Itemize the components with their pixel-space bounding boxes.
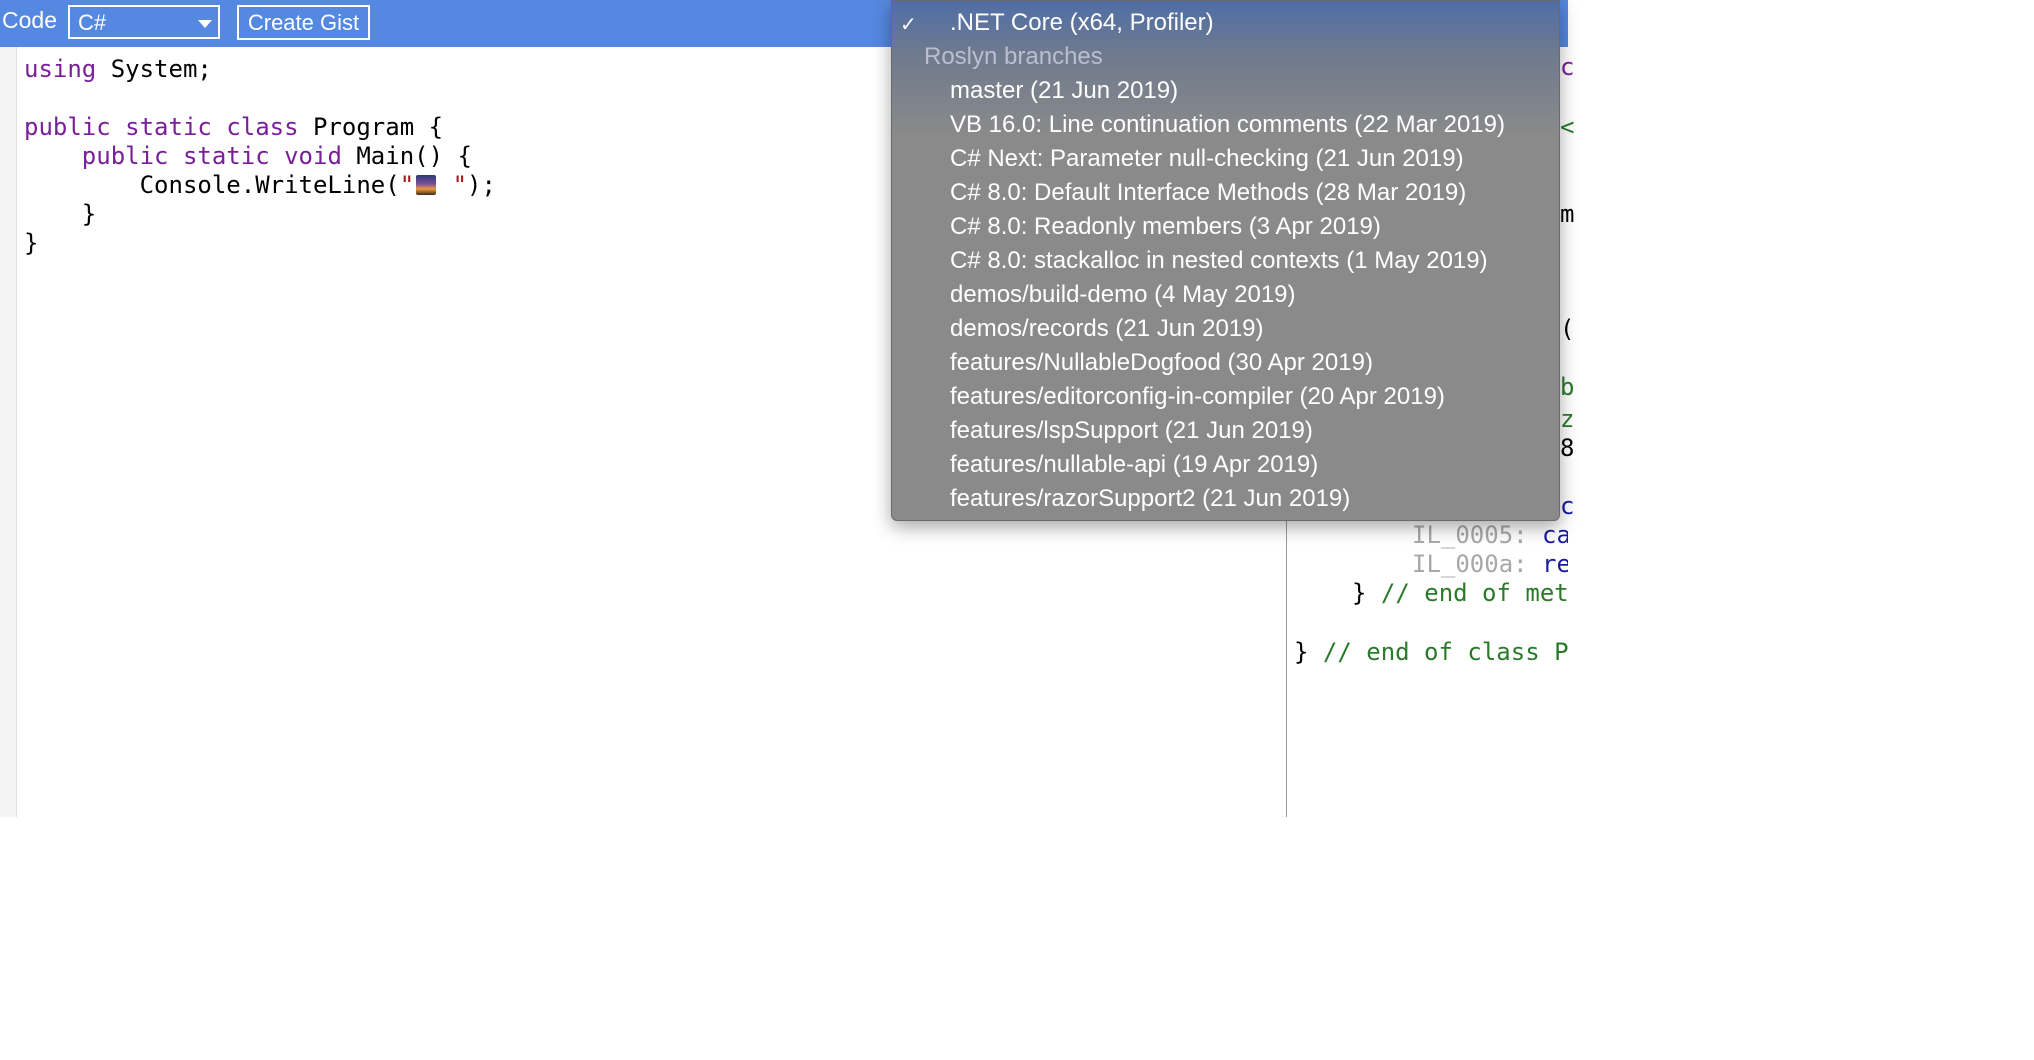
- dropdown-item[interactable]: C# Next: Parameter null-checking (21 Jun…: [950, 145, 1464, 173]
- dropdown-item[interactable]: demos/records (21 Jun 2019): [950, 315, 1264, 343]
- dropdown-item[interactable]: features/NullableDogfood (30 Apr 2019): [950, 349, 1373, 377]
- checkmark-icon: ✓: [900, 12, 917, 36]
- code-line-1: using System;: [24, 55, 212, 83]
- dropdown-item[interactable]: features/lspSupport (21 Jun 2019): [950, 417, 1313, 445]
- dropdown-item[interactable]: features/razorSupport2 (21 Jun 2019): [950, 485, 1350, 513]
- code-line-7: }: [24, 229, 39, 257]
- dropdown-item[interactable]: features/nullable-api (19 Apr 2019): [950, 451, 1318, 479]
- end-of-class-line: } // end of class P: [1294, 638, 1568, 666]
- language-select-value: C#: [78, 10, 107, 35]
- clipped-output-glyph: 8: [1560, 434, 1575, 462]
- clipped-output-glyph: <: [1560, 113, 1575, 141]
- language-select[interactable]: C#: [68, 5, 220, 39]
- compiler-branch-dropdown[interactable]: ✓ .NET Core (x64, Profiler) Roslyn branc…: [891, 0, 1560, 521]
- code-line-5: Console.WriteLine(" ");: [24, 171, 496, 199]
- clipped-output-glyph: b: [1560, 373, 1575, 401]
- dropdown-group-label: Roslyn branches: [924, 43, 1103, 70]
- editor-gutter: [0, 47, 17, 817]
- dropdown-item[interactable]: demos/build-demo (4 May 2019): [950, 281, 1296, 309]
- code-line-4: public static void Main() {: [81, 142, 472, 170]
- dropdown-item[interactable]: C# 8.0: Default Interface Methods (28 Ma…: [950, 179, 1466, 207]
- code-line-3: public static class Program {: [24, 113, 444, 141]
- dropdown-item[interactable]: C# 8.0: Readonly members (3 Apr 2019): [950, 213, 1381, 241]
- dropdown-item[interactable]: VB 16.0: Line continuation comments (22 …: [950, 111, 1505, 139]
- clipped-output-glyph: c: [1560, 492, 1575, 520]
- chevron-down-icon: [198, 20, 212, 28]
- end-of-method-line: } // end of met: [1352, 579, 1568, 607]
- sunrise-emoji-icon: [416, 175, 437, 195]
- clipped-output-glyph: c: [1560, 53, 1575, 81]
- code-line-6: }: [24, 200, 97, 228]
- il-line-1: IL_0005: ca: [1412, 521, 1568, 549]
- dropdown-item-selected[interactable]: .NET Core (x64, Profiler): [950, 9, 1214, 37]
- dropdown-item[interactable]: features/editorconfig-in-compiler (20 Ap…: [950, 383, 1445, 411]
- code-label: Code: [2, 7, 57, 33]
- code-text[interactable]: using System; public static class Progra…: [24, 55, 496, 258]
- clipped-output-glyph: (: [1560, 315, 1575, 343]
- clipped-output-glyph: m: [1560, 200, 1575, 228]
- dropdown-item[interactable]: C# 8.0: stackalloc in nested contexts (1…: [950, 247, 1488, 275]
- clipped-output-glyph: z: [1560, 405, 1575, 433]
- create-gist-button[interactable]: Create Gist: [237, 5, 370, 40]
- il-line-2: IL_000a: re: [1412, 550, 1568, 578]
- dropdown-item[interactable]: master (21 Jun 2019): [950, 77, 1178, 105]
